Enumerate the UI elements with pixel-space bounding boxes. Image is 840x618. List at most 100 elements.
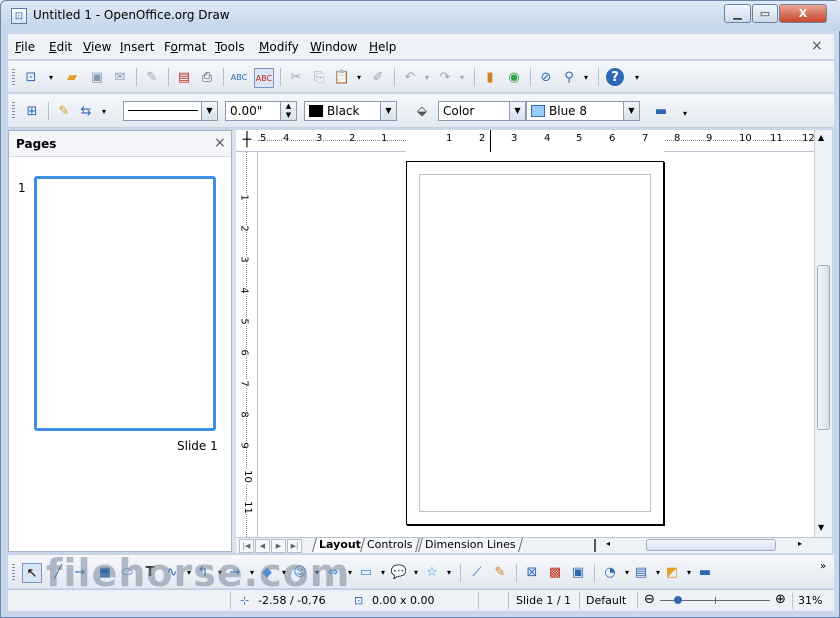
tab-dimension-lines[interactable]: Dimension Lines bbox=[418, 538, 523, 552]
stars-icon[interactable]: ☆ bbox=[423, 563, 441, 581]
menu-format[interactable]: Format bbox=[164, 40, 206, 54]
ruler-origin-icon[interactable]: ┼ bbox=[236, 130, 258, 152]
paste-icon[interactable]: 📋 bbox=[333, 68, 351, 86]
vertical-scroll-thumb[interactable] bbox=[817, 265, 830, 430]
close-window-button[interactable]: X bbox=[779, 4, 827, 23]
line-color-select[interactable]: Black ▼ bbox=[304, 101, 397, 121]
select-icon[interactable]: ↖ bbox=[22, 563, 42, 583]
area-style-select[interactable]: Color ▼ bbox=[438, 101, 526, 121]
extrusion-icon[interactable]: ◔ bbox=[601, 563, 619, 581]
menu-window[interactable]: Window bbox=[310, 40, 357, 54]
spellcheck-icon[interactable]: ABC bbox=[230, 68, 248, 86]
chevron-down-icon[interactable]: ▾ bbox=[350, 68, 368, 86]
styles-icon[interactable]: ⊞ bbox=[23, 102, 41, 120]
zoom-slider-thumb[interactable] bbox=[674, 596, 682, 604]
size-icon: ⊡ bbox=[354, 594, 364, 607]
toolbar-separator bbox=[280, 68, 281, 86]
slide-thumbnail[interactable] bbox=[34, 176, 216, 431]
tab-controls[interactable]: Controls bbox=[360, 538, 420, 552]
zoom-icon[interactable]: ⚲ bbox=[560, 68, 578, 86]
menu-edit[interactable]: Edit bbox=[49, 40, 72, 54]
menu-file[interactable]: File bbox=[15, 40, 35, 54]
maximize-icon: ▭ bbox=[759, 7, 771, 20]
line-style-select[interactable]: ▼ bbox=[123, 101, 218, 121]
maximize-button[interactable]: ▭ bbox=[752, 4, 778, 23]
help-icon[interactable]: ? bbox=[606, 68, 624, 86]
toolbar-options-icon[interactable]: ▾ bbox=[628, 68, 646, 86]
scroll-right-icon[interactable]: ▸ bbox=[798, 539, 802, 548]
slide-label: Slide 1 bbox=[177, 439, 218, 453]
toolbar-options-icon[interactable]: ▾ bbox=[676, 104, 694, 122]
horizontal-ruler[interactable]: ┼ 5 4 3 2 1 1 2 3 4 5 6 7 8 9 10 11 12 bbox=[236, 130, 815, 152]
toolbar-overflow-icon[interactable]: » bbox=[814, 557, 832, 575]
redo-icon[interactable]: ↷ bbox=[436, 68, 454, 86]
export-pdf-icon[interactable]: ▤ bbox=[175, 68, 193, 86]
close-document-button[interactable]: × bbox=[811, 38, 823, 54]
from-file-icon[interactable]: ▩ bbox=[546, 563, 564, 581]
chevron-down-icon[interactable]: ▾ bbox=[42, 68, 60, 86]
area-fill-icon[interactable]: ⬙ bbox=[413, 102, 431, 120]
toolbar-grip[interactable] bbox=[12, 69, 15, 85]
email-icon[interactable]: ✉ bbox=[111, 68, 129, 86]
auto-spellcheck-icon[interactable]: ABC bbox=[254, 68, 274, 88]
fill-color-select[interactable]: Blue 8 ▼ bbox=[526, 101, 640, 121]
chevron-down-icon[interactable]: ▾ bbox=[95, 102, 113, 120]
minimize-button[interactable]: ▁ bbox=[724, 4, 751, 23]
menu-modify[interactable]: Modify bbox=[259, 40, 299, 54]
line-width-spinner[interactable]: 0.00" ▲ ▼ bbox=[225, 101, 297, 121]
scroll-up-icon[interactable]: ▲ bbox=[818, 133, 824, 142]
points-icon[interactable]: ⟋ bbox=[468, 563, 486, 581]
menu-view[interactable]: View bbox=[83, 40, 111, 54]
tab-splitter[interactable] bbox=[594, 539, 596, 552]
arrange-icon[interactable]: ◩ bbox=[663, 563, 681, 581]
align-icon[interactable]: ▤ bbox=[632, 563, 650, 581]
chevron-down-icon[interactable]: ▾ bbox=[440, 563, 458, 581]
scroll-left-icon[interactable]: ◂ bbox=[606, 539, 610, 548]
zoom-slider[interactable] bbox=[660, 596, 770, 604]
chevron-down-icon[interactable]: ▼ bbox=[201, 102, 217, 120]
menu-insert[interactable]: Insert bbox=[120, 40, 154, 54]
open-folder-icon[interactable]: ▰ bbox=[63, 68, 81, 86]
cut-icon[interactable]: ✂ bbox=[287, 68, 305, 86]
zoom-out-icon[interactable]: ⊖ bbox=[644, 592, 655, 607]
arrow-style-icon[interactable]: ⇆ bbox=[77, 102, 95, 120]
vertical-scrollbar[interactable]: ▲ ▼ bbox=[814, 130, 832, 537]
zoom-in-icon[interactable]: ⊕ bbox=[775, 592, 786, 607]
fontwork-icon[interactable]: ⊠ bbox=[523, 563, 541, 581]
scroll-down-icon[interactable]: ▼ bbox=[818, 523, 824, 532]
callouts-icon[interactable]: 💬 bbox=[390, 563, 408, 581]
new-document-icon[interactable]: ⊡ bbox=[22, 68, 40, 86]
glue-points-icon[interactable]: ✎ bbox=[491, 563, 509, 581]
shadow-icon[interactable]: ▬ bbox=[652, 102, 670, 120]
vertical-ruler[interactable]: 1 2 3 4 5 6 7 8 9 10 11 bbox=[236, 152, 258, 537]
chevron-down-icon[interactable]: ▾ bbox=[418, 68, 436, 86]
chevron-down-icon[interactable]: ▼ bbox=[623, 102, 639, 120]
copy-icon[interactable]: ⎘ bbox=[310, 68, 328, 86]
navigator-icon[interactable]: ⊘ bbox=[537, 68, 555, 86]
menu-help[interactable]: Help bbox=[369, 40, 396, 54]
print-icon[interactable]: ⎙ bbox=[198, 68, 216, 86]
chevron-down-icon[interactable]: ▾ bbox=[577, 68, 595, 86]
line-icon[interactable]: ✎ bbox=[55, 102, 73, 120]
ruler-tick-label: 7 bbox=[642, 133, 649, 144]
chart-icon[interactable]: ▮ bbox=[481, 68, 499, 86]
drawing-page[interactable] bbox=[406, 161, 664, 525]
flowchart-icon[interactable]: ▭ bbox=[357, 563, 375, 581]
clone-formatting-icon[interactable]: ✐ bbox=[369, 68, 387, 86]
shadow-icon[interactable]: ▬ bbox=[696, 563, 714, 581]
gallery-icon[interactable]: ◉ bbox=[505, 68, 523, 86]
chevron-down-icon[interactable]: ▼ bbox=[380, 102, 396, 120]
drawing-canvas[interactable] bbox=[258, 152, 814, 537]
menu-tools[interactable]: Tools bbox=[215, 40, 245, 54]
toolbar-grip[interactable] bbox=[12, 102, 15, 118]
edit-file-icon[interactable]: ✎ bbox=[143, 68, 161, 86]
chevron-down-icon[interactable]: ▾ bbox=[453, 68, 471, 86]
close-icon[interactable]: × bbox=[214, 135, 226, 151]
undo-icon[interactable]: ↶ bbox=[401, 68, 419, 86]
toolbar-grip[interactable] bbox=[12, 564, 15, 580]
save-icon[interactable]: ▣ bbox=[88, 68, 106, 86]
chevron-down-icon[interactable]: ▼ bbox=[509, 102, 525, 120]
gallery-icon[interactable]: ▣ bbox=[569, 563, 587, 581]
horizontal-scroll-thumb[interactable] bbox=[646, 539, 776, 551]
spinner-arrows-icon[interactable]: ▲ ▼ bbox=[280, 102, 296, 120]
